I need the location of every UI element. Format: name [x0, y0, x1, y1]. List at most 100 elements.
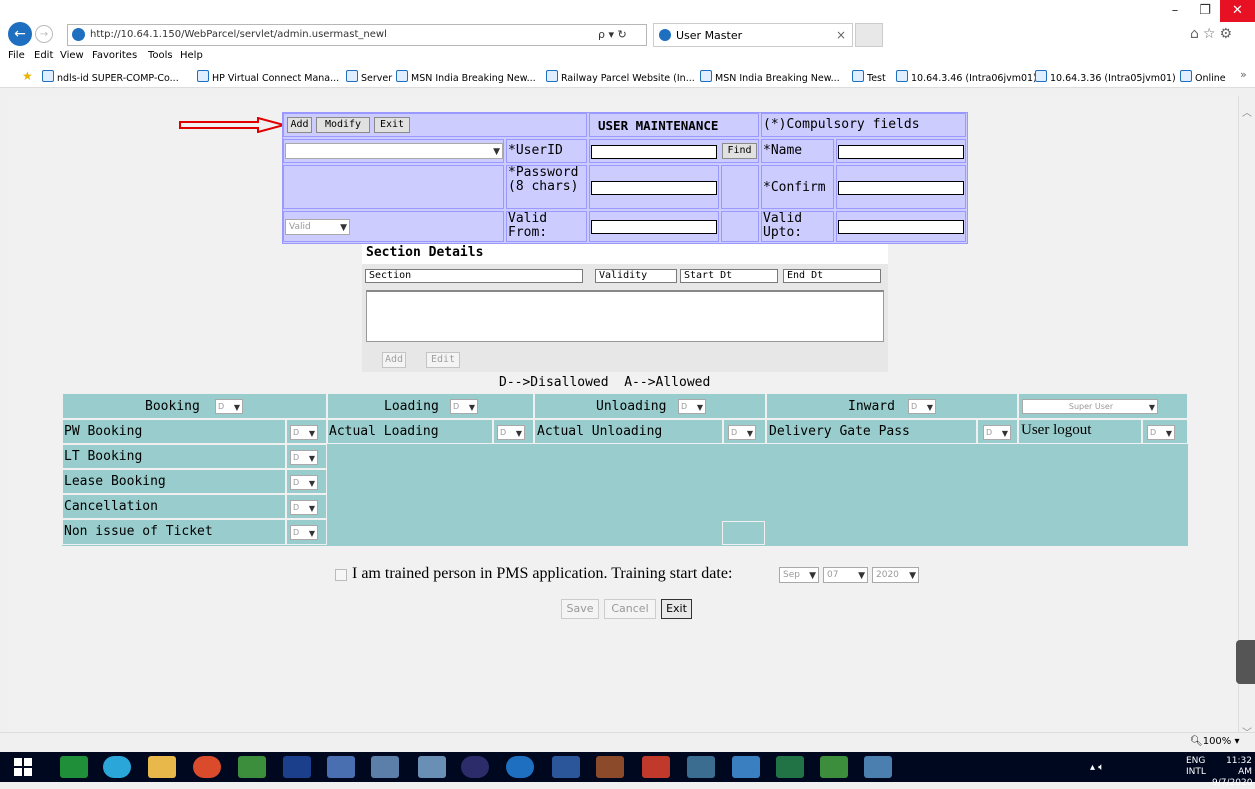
booking-option-select[interactable]: D ▼ — [290, 450, 318, 465]
fav-item[interactable]: HP Virtual Connect Mana... — [197, 70, 339, 84]
onenote-icon[interactable] — [732, 756, 760, 778]
eclipse-icon[interactable] — [461, 756, 489, 778]
empty-cell — [721, 165, 759, 209]
fav-item[interactable]: MSN India Breaking New... — [700, 70, 840, 84]
forward-icon[interactable]: → — [35, 25, 53, 43]
back-icon[interactable]: ← — [8, 22, 32, 46]
chevron-down-icon: ▼ — [308, 429, 315, 438]
fav-item[interactable]: Test — [852, 70, 886, 84]
menu-tools[interactable]: Tools — [148, 48, 173, 64]
tray-icons[interactable]: ▴ 🔈︎ — [1090, 762, 1104, 773]
super-user-select[interactable]: Super User ▼ — [1022, 399, 1158, 414]
section-edit-button[interactable]: Edit — [426, 352, 460, 368]
clock[interactable]: 11:32 AM 9/7/2020 — [1212, 756, 1252, 789]
new-tab-button[interactable] — [855, 23, 883, 47]
cancel-button[interactable]: Cancel — [604, 599, 656, 619]
restore-button[interactable]: ❐ — [1190, 0, 1220, 22]
valid-select[interactable]: Valid ▼ — [285, 219, 350, 235]
ie-page-icon — [72, 28, 85, 41]
unloading-header-select[interactable]: D ▼ — [678, 399, 706, 414]
loading-option-select[interactable]: D ▼ — [497, 425, 525, 440]
minimize-button[interactable]: – — [1160, 0, 1190, 22]
exit-top-button[interactable]: Exit — [374, 117, 410, 133]
training-month-select[interactable]: Sep ▼ — [779, 567, 819, 583]
fav-item[interactable]: Online — [1180, 70, 1226, 84]
msn-icon — [700, 70, 712, 82]
menu-favorites[interactable]: Favorites — [92, 48, 137, 64]
empty-cell — [283, 165, 504, 209]
internet-explorer-icon[interactable] — [506, 756, 534, 778]
valid-from-label: Valid From: — [508, 211, 548, 240]
tab-close-icon[interactable]: × — [836, 28, 846, 42]
section-list[interactable] — [366, 290, 884, 342]
fav-item[interactable]: ndls-id SUPER-COMP-Co... — [42, 70, 179, 84]
trained-checkbox[interactable] — [335, 569, 347, 581]
inward-header: Inward — [848, 399, 895, 414]
menu-view[interactable]: View — [60, 48, 84, 64]
paint-icon[interactable] — [864, 756, 892, 778]
language-indicator[interactable]: ENG INTL — [1186, 756, 1206, 778]
zoom-level[interactable]: 🔍︎100% ▾ — [1190, 736, 1240, 747]
media2-icon[interactable] — [820, 756, 848, 778]
training-year-select[interactable]: 2020 ▼ — [872, 567, 919, 583]
booking-option-select[interactable]: D ▼ — [290, 425, 318, 440]
save-button[interactable]: Save — [561, 599, 599, 619]
java-ee-icon[interactable] — [596, 756, 624, 778]
user-select[interactable]: ▼ — [285, 143, 503, 159]
fav-item[interactable]: MSN India Breaking New... — [396, 70, 536, 84]
menu-file[interactable]: File — [8, 48, 25, 64]
modify-button[interactable]: Modify — [316, 117, 370, 133]
userid-input[interactable] — [591, 145, 717, 159]
name-input[interactable] — [838, 145, 964, 159]
address-bar[interactable]: http://10.64.1.150/WebParcel/servlet/adm… — [67, 24, 647, 46]
scroll-up-icon[interactable]: ︿ — [1242, 104, 1252, 119]
super-option-select[interactable]: D ▼ — [1147, 425, 1175, 440]
training-day-select[interactable]: 07 ▼ — [823, 567, 868, 583]
side-widget-tab[interactable] — [1236, 640, 1255, 684]
remote-icon[interactable] — [687, 756, 715, 778]
exit-button[interactable]: Exit — [661, 599, 692, 619]
valid-from-input[interactable] — [591, 220, 717, 234]
valid-upto-input[interactable] — [838, 220, 964, 234]
find-button[interactable]: Find — [722, 143, 757, 159]
store-icon[interactable] — [60, 756, 88, 778]
unloading-option-select[interactable]: D ▼ — [728, 425, 756, 440]
chrome-icon[interactable] — [193, 756, 221, 778]
app-icon[interactable] — [103, 756, 131, 778]
excel-icon[interactable] — [776, 756, 804, 778]
inward-header-select[interactable]: D ▼ — [908, 399, 936, 414]
menu-edit[interactable]: Edit — [34, 48, 53, 64]
fav-item[interactable]: Railway Parcel Website (In... — [546, 70, 695, 84]
home-star-gear-icons[interactable]: ⌂☆⚙ — [1190, 26, 1236, 42]
red-app-icon[interactable] — [642, 756, 670, 778]
msn-icon — [396, 70, 408, 82]
vnc-icon[interactable] — [283, 756, 311, 778]
calculator-icon[interactable] — [371, 756, 399, 778]
fav-item[interactable]: Server — [346, 70, 392, 84]
booking-option-select[interactable]: D ▼ — [290, 500, 318, 515]
media-icon[interactable] — [238, 756, 266, 778]
close-window-button[interactable]: ✕ — [1220, 0, 1255, 22]
confirm-input[interactable] — [838, 181, 964, 195]
search-refresh-icon[interactable]: ρ ▾ ↻ — [598, 28, 627, 41]
favorites-overflow-icon[interactable]: » — [1240, 68, 1247, 81]
booking-option-select[interactable]: D ▼ — [290, 475, 318, 490]
fav-item[interactable]: 10.64.3.36 (Intra05jvm01) — [1035, 70, 1176, 84]
inward-option-select[interactable]: D ▼ — [983, 425, 1011, 440]
fav-item[interactable]: 10.64.3.46 (Intra06jvm01) — [896, 70, 1037, 84]
windows-start-icon[interactable] — [14, 758, 32, 776]
network-icon[interactable] — [327, 756, 355, 778]
booking-option-select[interactable]: D ▼ — [290, 525, 318, 540]
tab-user-master[interactable]: User Master × — [653, 23, 853, 47]
add-button[interactable]: Add — [287, 117, 312, 133]
favorites-star-icon[interactable]: ★ — [22, 69, 33, 83]
chevron-down-icon: ▼ — [493, 147, 500, 157]
menu-help[interactable]: Help — [180, 48, 203, 64]
booking-header-select[interactable]: D ▼ — [215, 399, 243, 414]
word-icon[interactable] — [552, 756, 580, 778]
file-explorer-icon[interactable] — [148, 756, 176, 778]
password-input[interactable] — [591, 181, 717, 195]
chart-app-icon[interactable] — [418, 756, 446, 778]
loading-header-select[interactable]: D ▼ — [450, 399, 478, 414]
section-add-button[interactable]: Add — [382, 352, 406, 368]
